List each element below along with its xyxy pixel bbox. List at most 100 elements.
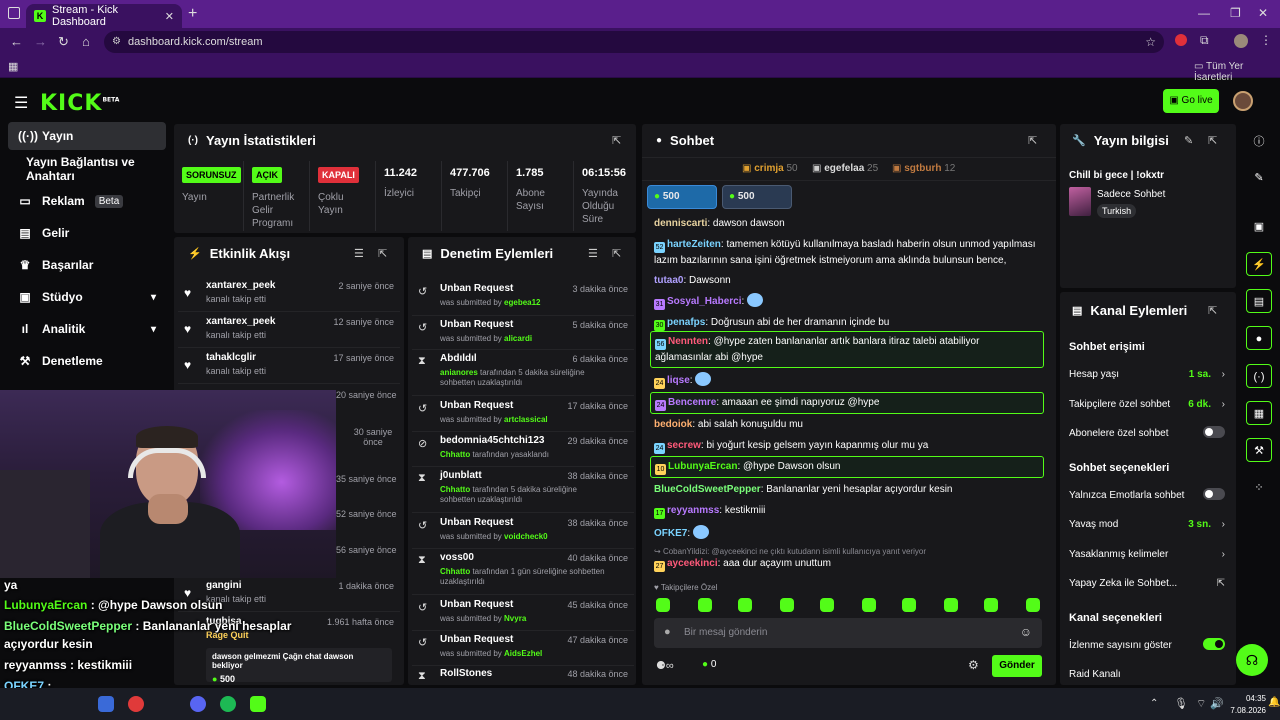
emote-icon[interactable]: [1026, 598, 1040, 612]
go-live-button[interactable]: ▣ Go live: [1163, 89, 1219, 113]
moderation-item[interactable]: ↺ Unban Request 5 dakika önce was submitted…: [412, 316, 634, 350]
edit-icon[interactable]: ✎: [1246, 166, 1272, 190]
chat-username[interactable]: Nennten: [668, 336, 708, 347]
hamburger-menu-icon[interactable]: ☰: [14, 93, 28, 113]
channel-action-row[interactable]: Hesap yaşı 1 sa. ›: [1069, 369, 1225, 380]
info-icon[interactable]: ⓘ: [1246, 130, 1272, 154]
chat-username[interactable]: secrew: [667, 440, 701, 451]
close-window-icon[interactable]: ✕: [1258, 6, 1268, 20]
moderation-item[interactable]: ↺ Unban Request 3 dakika önce was submitted…: [412, 280, 634, 316]
sidebar-item-reklam[interactable]: ▭ Reklam Beta: [8, 187, 166, 215]
browser-tab[interactable]: K Stream - Kick Dashboard ✕: [26, 4, 182, 28]
chat-username[interactable]: BlueColdSweetPepper: [654, 484, 761, 495]
gifter-2[interactable]: ▣ egefelaa 25: [812, 163, 878, 174]
chat-username[interactable]: OFKE7: [654, 528, 687, 539]
sidebar-item-gelir[interactable]: ▤ Gelir: [8, 219, 166, 247]
chat-username[interactable]: ayceekinci: [667, 558, 718, 569]
close-tab-icon[interactable]: ✕: [165, 10, 174, 23]
sidebar-item-denetleme[interactable]: ⚒ Denetleme: [8, 347, 166, 375]
kick-logo[interactable]: KICKBETA: [40, 91, 119, 116]
category-name[interactable]: Sadece Sohbet: [1097, 189, 1165, 200]
user-avatar[interactable]: [1233, 91, 1253, 111]
bolt-icon[interactable]: ⚡: [1246, 252, 1272, 276]
moderation-item[interactable]: ⧗ RollStones 48 dakika önce: [412, 665, 634, 685]
channel-action-row[interactable]: Yasaklanmış kelimeler ›: [1069, 549, 1225, 560]
browser-app-icon[interactable]: [128, 696, 144, 712]
popout-icon[interactable]: ⇱: [1208, 304, 1217, 317]
chat-input[interactable]: ● Bir mesaj gönderin ☺: [654, 618, 1042, 648]
support-headset-icon[interactable]: ☊: [1236, 644, 1268, 676]
taskbar-app-icon[interactable]: [98, 696, 114, 712]
emote-icon[interactable]: [780, 598, 794, 612]
emote-icon[interactable]: [820, 598, 834, 612]
sidebar-item-analitik[interactable]: ıl Analitik ▾: [8, 315, 166, 343]
moderation-item[interactable]: ↺ Unban Request 38 dakika önce was submitte…: [412, 514, 634, 549]
sidebar-item-stream-key[interactable]: Yayın Bağlantısı ve Anahtarı: [8, 155, 166, 183]
moderation-item[interactable]: ↺ Unban Request 17 dakika önce was submitte…: [412, 397, 634, 432]
send-button[interactable]: Gönder: [992, 655, 1042, 677]
chat-username[interactable]: denniscarti: [654, 218, 707, 229]
popout-icon[interactable]: ⇱: [1208, 134, 1217, 147]
popout-icon[interactable]: ⇱: [612, 134, 621, 147]
moderation-item[interactable]: ⧗ j0unblatt 38 dakika önce Chhatto tarafınd…: [412, 467, 634, 513]
tab-search-icon[interactable]: [8, 7, 20, 19]
toggle-switch[interactable]: [1203, 487, 1225, 500]
emote-icon[interactable]: [698, 598, 712, 612]
sidebar-item-basarilar[interactable]: ♛ Başarılar: [8, 251, 166, 279]
emote-icon[interactable]: [984, 598, 998, 612]
moderation-item[interactable]: ↺ Unban Request 45 dakika önce was submitte…: [412, 596, 634, 631]
gifter-3[interactable]: ▣ sgtburh 12: [892, 163, 955, 174]
apps-grid-icon[interactable]: ▦: [8, 60, 18, 73]
emote-icon[interactable]: [862, 598, 876, 612]
volume-icon[interactable]: 🔊: [1210, 697, 1224, 710]
wrench-icon[interactable]: ⚒: [1246, 438, 1272, 462]
moderation-item[interactable]: ⧗ voss00 40 dakika önce Chhatto tarafından …: [412, 549, 634, 595]
edit-pencil-icon[interactable]: ✎: [1184, 134, 1193, 147]
notification-bell-icon[interactable]: 🔔: [1268, 697, 1280, 708]
toggle-switch[interactable]: [1203, 426, 1225, 438]
new-tab-icon[interactable]: +: [188, 5, 197, 23]
reload-icon[interactable]: ↻: [58, 34, 69, 50]
emote-icon[interactable]: [944, 598, 958, 612]
popout-icon[interactable]: ⇱: [612, 247, 621, 260]
filter-icon[interactable]: ☰: [588, 247, 598, 260]
menu-dots-icon[interactable]: ⋮: [1260, 33, 1272, 47]
document-icon[interactable]: ▤: [1246, 289, 1272, 313]
popout-icon[interactable]: ⇱: [1028, 134, 1037, 147]
chat-username[interactable]: liqse: [667, 375, 690, 386]
maximize-icon[interactable]: ❐: [1230, 6, 1241, 20]
url-field[interactable]: ⚙ dashboard.kick.com/stream ☆: [104, 31, 1164, 53]
discord-app-icon[interactable]: [190, 696, 206, 712]
emote-icon[interactable]: [902, 598, 916, 612]
clock[interactable]: 04:35 7.08.2026: [1224, 693, 1266, 717]
profile-icon[interactable]: [1234, 34, 1248, 48]
mic-icon[interactable]: 🎙: [1174, 697, 1188, 710]
sidebar-item-yayin[interactable]: ((·)) Yayın: [8, 122, 166, 150]
moderation-item[interactable]: ↺ Unban Request 47 dakika önce was submitte…: [412, 631, 634, 666]
infinity-icon[interactable]: ⚈∞: [656, 659, 674, 672]
filter-icon[interactable]: ☰: [354, 247, 364, 260]
spotify-app-icon[interactable]: [220, 696, 236, 712]
back-icon[interactable]: ←: [10, 34, 23, 49]
toggle-switch[interactable]: [1203, 637, 1225, 650]
channel-action-row[interactable]: Takipçilere özel sohbet 6 dk. ›: [1069, 399, 1225, 410]
bookmark-star-icon[interactable]: ☆: [1145, 31, 1156, 53]
chat-username[interactable]: tutaa0: [654, 275, 683, 286]
chat-username[interactable]: Bencemre: [668, 397, 716, 408]
extension-icon[interactable]: [1175, 34, 1187, 46]
chat-username[interactable]: LubunyaErcan: [668, 461, 737, 472]
minimize-icon[interactable]: —: [1198, 6, 1210, 20]
home-icon[interactable]: ⌂: [82, 34, 90, 49]
chat-username[interactable]: reyyanmss: [667, 505, 719, 516]
tray-chevron-icon[interactable]: ⌃: [1150, 698, 1158, 709]
extensions-puzzle-icon[interactable]: ⧉: [1200, 33, 1209, 48]
forward-icon[interactable]: →: [34, 34, 47, 49]
chat-username[interactable]: bedoiok: [654, 419, 692, 430]
channel-action-row[interactable]: Yapay Zeka ile Sohbet... ⇱: [1069, 578, 1225, 589]
pinned-gift-1[interactable]: ● 500: [647, 185, 717, 209]
chat-username[interactable]: Sosyal_Haberci: [667, 296, 742, 307]
dots-icon[interactable]: ⁘: [1246, 476, 1272, 500]
channel-action-row[interactable]: Abonelere özel sohbet: [1069, 426, 1225, 439]
kick-app-icon[interactable]: [250, 696, 266, 712]
channel-action-row[interactable]: Yalnızca Emotlarla sohbet: [1069, 487, 1225, 501]
